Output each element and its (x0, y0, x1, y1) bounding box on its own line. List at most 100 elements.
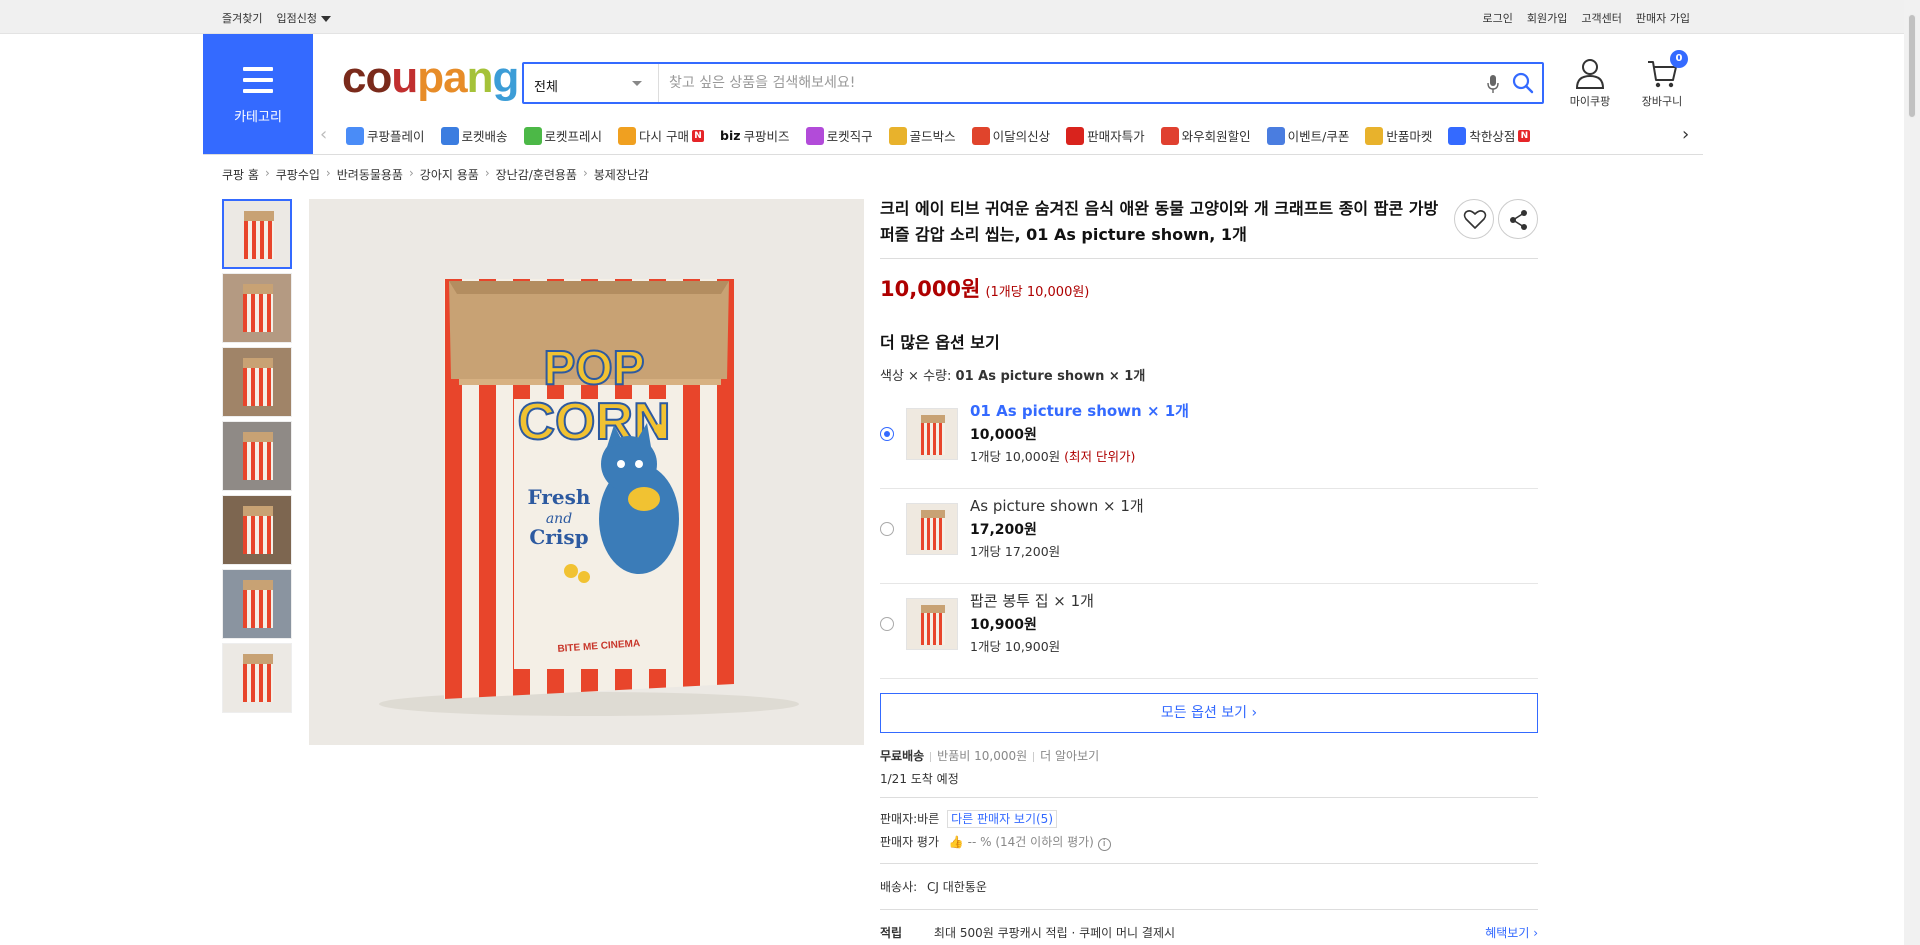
nav-item-11[interactable]: 반품마켓 (1365, 126, 1432, 145)
nav-item-6[interactable]: 골드박스 (888, 126, 956, 145)
product-thumbnail[interactable] (222, 421, 292, 491)
new-items-icon (971, 126, 990, 145)
main-product-image[interactable]: POP CORN Fresh and Crisp BITE ME CINEMA (309, 199, 864, 745)
nav-item-3[interactable]: 다시 구매 N (618, 126, 705, 145)
info-icon[interactable]: i (1097, 838, 1111, 851)
product-thumbnail[interactable] (222, 495, 292, 565)
bookmark-link[interactable]: 즐겨찾기 (222, 10, 262, 26)
return-fee: 반품비 10,000원 (937, 749, 1028, 763)
nav-item-2[interactable]: 로켓프레시 (523, 126, 602, 145)
signup-link[interactable]: 회원가입 (1527, 10, 1567, 26)
nav-item-7[interactable]: 이달의신상 (971, 126, 1050, 145)
product-thumbnail[interactable] (222, 199, 292, 269)
play-icon (346, 126, 364, 145)
benefit-text: 최대 500원 쿠팡캐시 적립 · 쿠페이 머니 결제시 (933, 926, 1176, 940)
category-label: 카테고리 (234, 110, 282, 125)
option-thumbnail (906, 408, 958, 460)
share-icon (1510, 210, 1527, 230)
option-price: 17,200원 (970, 522, 1037, 538)
nav-next-arrow-icon[interactable]: › (1682, 126, 1689, 144)
my-coupang-label: 마이쿠팡 (1569, 95, 1611, 108)
seller-rating-label: 판매자 평가 (880, 835, 940, 849)
nav-item-4[interactable]: biz 쿠팡비즈 (720, 126, 790, 145)
bag-text-fresh: Fresh (528, 485, 591, 509)
search-category-value: 전체 (534, 80, 558, 95)
breadcrumb-item[interactable]: 강아지 용품 (420, 166, 479, 183)
my-coupang-button[interactable]: 마이쿠팡 (1560, 58, 1620, 109)
option-radio[interactable] (880, 617, 894, 631)
nav-item-1[interactable]: 로켓배송 (440, 126, 508, 145)
breadcrumb-item[interactable]: 반려동물용품 (337, 166, 403, 183)
option-summary-label: 색상 × 수량: (880, 369, 952, 384)
product-thumbnail[interactable] (222, 273, 292, 343)
all-options-button[interactable]: 모든 옵션 보기 › (880, 693, 1538, 733)
product-thumbnail[interactable] (222, 569, 292, 639)
customer-center-link[interactable]: 고객센터 (1581, 10, 1621, 26)
option-item[interactable]: 01 As picture shown × 1개 10,000원 1개당 10,00… (880, 394, 1538, 489)
wow-icon (1160, 126, 1179, 145)
goldbox-icon (888, 126, 907, 145)
nav-item-9[interactable]: 와우회원할인 (1160, 126, 1251, 145)
option-item[interactable]: As picture shown × 1개 17,200원 1개당 17,200원 (880, 489, 1538, 584)
breadcrumb-separator-icon: › (408, 166, 414, 180)
option-unit-price: 1개당 10,000원 (최저 단위가) (970, 446, 1135, 465)
more-options-heading: 더 많은 옵션 보기 (880, 333, 1000, 352)
service-nav-items: 쿠팡플레이 로켓배송 로켓프레시 다시 구매 N biz 쿠팡비즈 로켓직구 골드박스 이달의신상… (346, 126, 1531, 145)
search-icon[interactable] (1512, 72, 1534, 94)
option-radio[interactable] (880, 427, 894, 441)
option-name: As picture shown × 1개 (970, 497, 1144, 515)
category-button[interactable]: 카테고리 (203, 34, 313, 154)
search-input[interactable] (669, 70, 1469, 96)
title-divider (880, 258, 1538, 259)
shipping-learn-more-link[interactable]: 더 알아보기 (1040, 749, 1099, 763)
nav-item-label: 골드박스 (909, 129, 956, 144)
nav-item-5[interactable]: 로켓직구 (805, 126, 873, 145)
coupang-logo[interactable]: coupang (342, 54, 519, 102)
option-price: 10,900원 (970, 617, 1037, 633)
carrier-row: 배송사: CJ 대한통운 (880, 878, 1538, 895)
breadcrumb-item[interactable]: 쿠팡수입 (276, 166, 320, 183)
seller-row: 판매자:바른 다른 판매자 보기(5) (880, 810, 1538, 828)
microphone-icon[interactable] (1486, 74, 1500, 94)
option-thumbnail (906, 598, 958, 650)
wishlist-button[interactable] (1454, 199, 1494, 239)
option-lowest-tag: (최저 단위가) (1064, 449, 1136, 464)
breadcrumb-separator-icon: › (325, 166, 331, 180)
scrollbar-thumb[interactable] (1908, 14, 1916, 118)
nav-item-12[interactable]: 착한상점 N (1448, 126, 1531, 145)
login-link[interactable]: 로그인 (1483, 10, 1513, 26)
breadcrumb-item[interactable]: 장난감/훈련용품 (496, 166, 577, 183)
nav-prev-arrow-icon[interactable]: ‹ (320, 126, 327, 144)
benefit-link[interactable]: 혜택보기 › (1485, 924, 1538, 941)
nav-item-8[interactable]: 판매자특가 (1066, 126, 1145, 145)
benefit-label: 적립 (880, 926, 903, 940)
service-nav: ‹ 쿠팡플레이 로켓배송 로켓프레시 다시 구매 N biz 쿠팡비즈 로켓직구 골드박스 이달의… (320, 120, 1700, 152)
product-thumbnail[interactable] (222, 643, 292, 713)
rocket-fresh-icon (523, 126, 542, 145)
seller-apply-link[interactable]: 입점신청 (276, 10, 331, 26)
nav-item-0[interactable]: 쿠팡플레이 (346, 126, 425, 145)
breadcrumb-item[interactable]: 쿠팡 홈 (222, 166, 259, 183)
search-bar: 전체 (522, 62, 1544, 104)
nav-item-label: 와우회원할인 (1181, 129, 1251, 144)
chevron-down-icon (632, 81, 642, 86)
nav-item-label: 다시 구매 (639, 129, 690, 144)
option-item[interactable]: 팝콘 봉투 집 × 1개 10,900원 1개당 10,900원 (880, 584, 1538, 679)
search-category-select[interactable]: 전체 (524, 64, 659, 102)
seller-apply-label: 입점신청 (276, 12, 317, 25)
option-list: 01 As picture shown × 1개 10,000원 1개당 10,00… (880, 394, 1538, 679)
seller-signup-link[interactable]: 판매자 가입 (1636, 10, 1690, 26)
option-radio[interactable] (880, 522, 894, 536)
breadcrumb-separator-icon: › (484, 166, 490, 180)
vertical-scrollbar[interactable] (1904, 0, 1920, 945)
product-title: 크리 에이 티브 귀여운 숨겨진 음식 애완 동물 고양이와 개 크래프트 종이… (880, 199, 1439, 244)
share-button[interactable] (1498, 199, 1538, 239)
product-thumbnail[interactable] (222, 347, 292, 417)
other-sellers-link[interactable]: 다른 판매자 보기(5) (947, 810, 1058, 828)
nav-item-10[interactable]: 이벤트/쿠폰 (1266, 126, 1349, 145)
breadcrumb-item[interactable]: 봉제장난감 (594, 166, 649, 183)
option-summary: 색상 × 수량: 01 As picture shown × 1개 (880, 365, 1538, 384)
seller-name: 바른 (917, 812, 940, 826)
unit-price: (1개당 10,000원) (985, 285, 1090, 300)
seller-rating-value: -- % (967, 835, 992, 849)
